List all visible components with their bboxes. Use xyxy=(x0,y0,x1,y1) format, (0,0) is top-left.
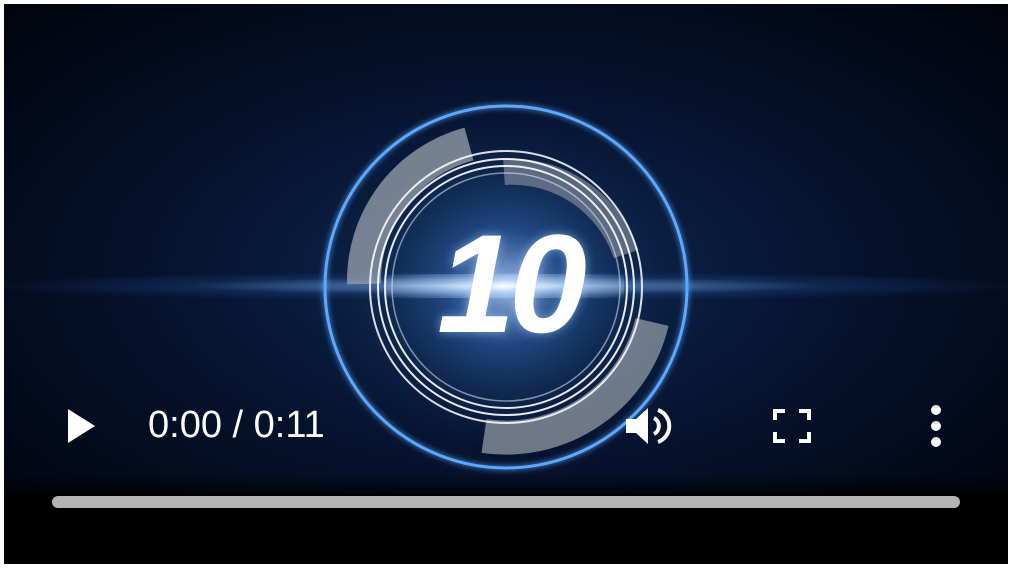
volume-icon xyxy=(626,408,672,444)
volume-button[interactable] xyxy=(620,402,676,450)
progress-bar[interactable] xyxy=(52,496,960,508)
video-player[interactable]: 10 0:00 / 0:11 xyxy=(4,4,1008,564)
time-separator: / xyxy=(221,404,254,446)
controls-background xyxy=(4,474,1008,564)
more-vertical-icon xyxy=(931,405,941,447)
player-controls: 0:00 / 0:11 xyxy=(4,384,1008,474)
fullscreen-icon xyxy=(773,409,811,443)
fullscreen-button[interactable] xyxy=(768,404,816,448)
play-icon xyxy=(68,409,95,443)
time-display: 0:00 / 0:11 xyxy=(148,403,325,447)
more-options-button[interactable] xyxy=(916,402,956,450)
play-button[interactable] xyxy=(56,404,102,448)
current-time: 0:00 xyxy=(148,404,222,446)
countdown-number: 10 xyxy=(437,205,587,362)
duration: 0:11 xyxy=(253,404,325,446)
